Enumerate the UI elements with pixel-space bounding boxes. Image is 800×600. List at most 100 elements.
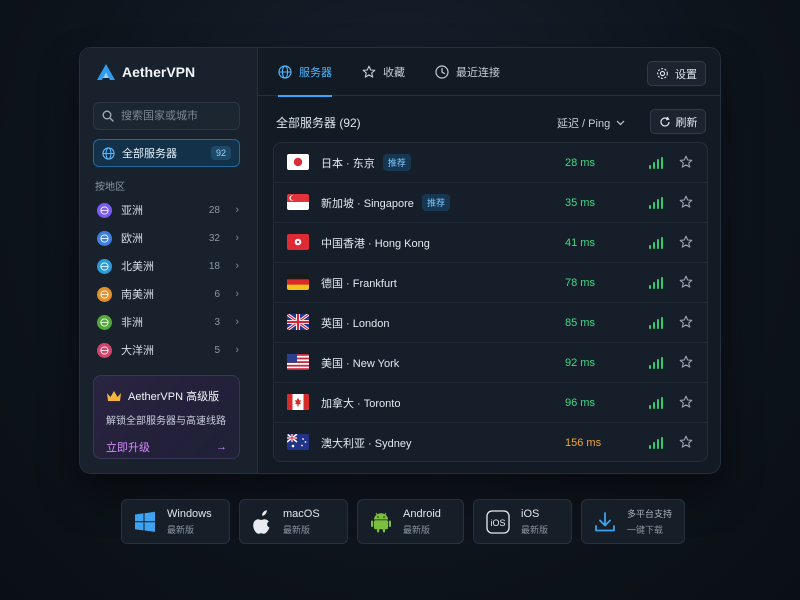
server-row-new-york[interactable]: 美国 · New York 92 ms [274, 343, 707, 383]
favorite-star-icon[interactable] [679, 275, 693, 289]
download-macos-button[interactable]: macOS 最新版 [239, 499, 348, 544]
signal-strength-icon [649, 357, 663, 369]
upgrade-link[interactable]: 立即升级 → [106, 439, 227, 455]
ping-value: 96 ms [565, 396, 595, 409]
chevron-right-icon: › [235, 204, 239, 216]
sidebar-item-asia[interactable]: 亚洲 28 › [93, 196, 243, 224]
download-windows-button[interactable]: Windows 最新版 [121, 499, 230, 544]
tab-recent[interactable]: 最近连接 [435, 48, 500, 96]
germany-flag-icon [287, 274, 309, 290]
favorite-star-icon[interactable] [679, 395, 693, 409]
search-icon [102, 110, 114, 122]
download-sub: 最新版 [167, 524, 195, 535]
download-icon [595, 511, 615, 531]
favorite-star-icon[interactable] [679, 155, 693, 169]
all-servers-count: 92 [210, 146, 231, 160]
promo-title: AetherVPN 高级版 [128, 391, 220, 403]
tab-favorites[interactable]: 收藏 [362, 48, 405, 96]
chevron-right-icon: › [235, 260, 239, 272]
tab-servers[interactable]: 服务器 [278, 48, 332, 97]
ping-value: 41 ms [565, 236, 595, 249]
favorite-star-icon[interactable] [679, 315, 693, 329]
search-input[interactable] [121, 110, 231, 122]
server-row-sydney[interactable]: 澳大利亚 · Sydney 156 ms [274, 423, 707, 461]
sidebar-item-south-america[interactable]: 南美洲 6 › [93, 280, 243, 308]
server-name: 中国香港 · Hong Kong [321, 237, 430, 250]
region-count: 6 [214, 288, 220, 300]
chevron-right-icon: › [235, 316, 239, 328]
download-name: Windows [167, 507, 212, 520]
japan-flag-icon [287, 154, 309, 170]
sort-dropdown[interactable]: 延迟 / Ping [557, 115, 625, 131]
android-icon [371, 512, 391, 532]
ping-value: 28 ms [565, 156, 595, 169]
favorite-star-icon[interactable] [679, 235, 693, 249]
favorite-star-icon[interactable] [679, 355, 693, 369]
svg-text:iOS: iOS [490, 518, 505, 528]
settings-button[interactable]: 设置 [647, 61, 706, 86]
top-bar: 服务器 收藏 最近连接 设置 [258, 48, 720, 97]
chevron-right-icon: › [235, 288, 239, 300]
sidebar-item-africa[interactable]: 非洲 3 › [93, 308, 243, 336]
sidebar-item-europe[interactable]: 欧洲 32 › [93, 224, 243, 252]
australia-flag-icon [287, 434, 309, 450]
logo-icon [97, 64, 115, 80]
download-all-platforms-button[interactable]: 多平台支持 一键下载 [581, 499, 685, 544]
refresh-button[interactable]: 刷新 [650, 109, 706, 134]
sidebar-item-north-america[interactable]: 北美洲 18 › [93, 252, 243, 280]
hong-kong-flag-icon [287, 234, 309, 250]
promo-description: 解锁全部服务器与高速线路 [106, 416, 226, 427]
sidebar-item-oceania[interactable]: 大洋洲 5 › [93, 336, 243, 364]
windows-icon [135, 511, 155, 532]
server-row-frankfurt[interactable]: 德国 · Frankfurt 78 ms [274, 263, 707, 303]
signal-strength-icon [649, 157, 663, 169]
search-box[interactable] [93, 102, 240, 130]
ping-value: 156 ms [565, 437, 602, 449]
sidebar-item-all-servers[interactable]: 全部服务器 92 [93, 139, 240, 167]
server-name: 英国 · London [321, 317, 390, 330]
server-row-toronto[interactable]: 加拿大 · Toronto 96 ms [274, 383, 707, 423]
download-android-button[interactable]: Android 最新版 [357, 499, 464, 544]
ios-icon: iOS [486, 509, 510, 534]
brand: AetherVPN [96, 63, 195, 81]
chevron-right-icon: › [235, 344, 239, 356]
chevron-right-icon: › [235, 232, 239, 244]
server-row-singapore[interactable]: 新加坡 · Singapore 推荐 35 ms [274, 183, 707, 223]
signal-strength-icon [649, 317, 663, 329]
ping-value: 78 ms [565, 276, 595, 289]
server-list-title: 全部服务器 (92) [276, 116, 361, 130]
arrow-right-icon: → [216, 441, 227, 453]
asia-globe-icon [97, 202, 112, 218]
favorite-star-icon[interactable] [679, 435, 693, 449]
south-america-globe-icon [97, 286, 112, 302]
server-row-hong-kong[interactable]: 中国香港 · Hong Kong 41 ms [274, 223, 707, 263]
region-count: 3 [214, 316, 220, 328]
download-name: macOS [283, 507, 320, 520]
recommended-badge: 推荐 [421, 194, 450, 211]
uk-flag-icon [287, 314, 309, 330]
download-bar: Windows 最新版 macOS 最新版 Android 最新版 iOS iOS 最新… [121, 499, 685, 544]
app-name: AetherVPN [122, 64, 196, 80]
refresh-icon [659, 116, 670, 127]
signal-strength-icon [649, 397, 663, 409]
server-row-tokyo[interactable]: 日本 · 东京 推荐 28 ms [274, 143, 707, 183]
download-name: 多平台支持 [627, 509, 673, 519]
server-list: 日本 · 东京 推荐 28 ms 新加坡 · Singapore 推荐 35 ms … [273, 142, 708, 462]
sidebar: AetherVPN 全部服务器 92 按地区 亚洲 28 › 欧洲 32 › [80, 48, 258, 473]
favorite-star-icon[interactable] [679, 195, 693, 209]
server-name: 澳大利亚 · Sydney [321, 438, 412, 450]
download-sub: 最新版 [403, 524, 431, 535]
apple-icon [253, 509, 270, 534]
server-row-london[interactable]: 英国 · London 85 ms [274, 303, 707, 343]
ping-value: 85 ms [565, 316, 595, 329]
download-sub: 一键下载 [627, 525, 664, 535]
europe-globe-icon [97, 230, 112, 246]
server-name: 美国 · New York [321, 357, 400, 370]
refresh-label: 刷新 [675, 116, 698, 129]
signal-strength-icon [649, 277, 663, 289]
download-sub: 最新版 [283, 524, 311, 535]
tab-label: 最近连接 [456, 67, 500, 79]
chevron-down-icon [616, 120, 625, 126]
region-name: 北美洲 [121, 261, 154, 273]
download-ios-button[interactable]: iOS iOS 最新版 [473, 499, 572, 544]
